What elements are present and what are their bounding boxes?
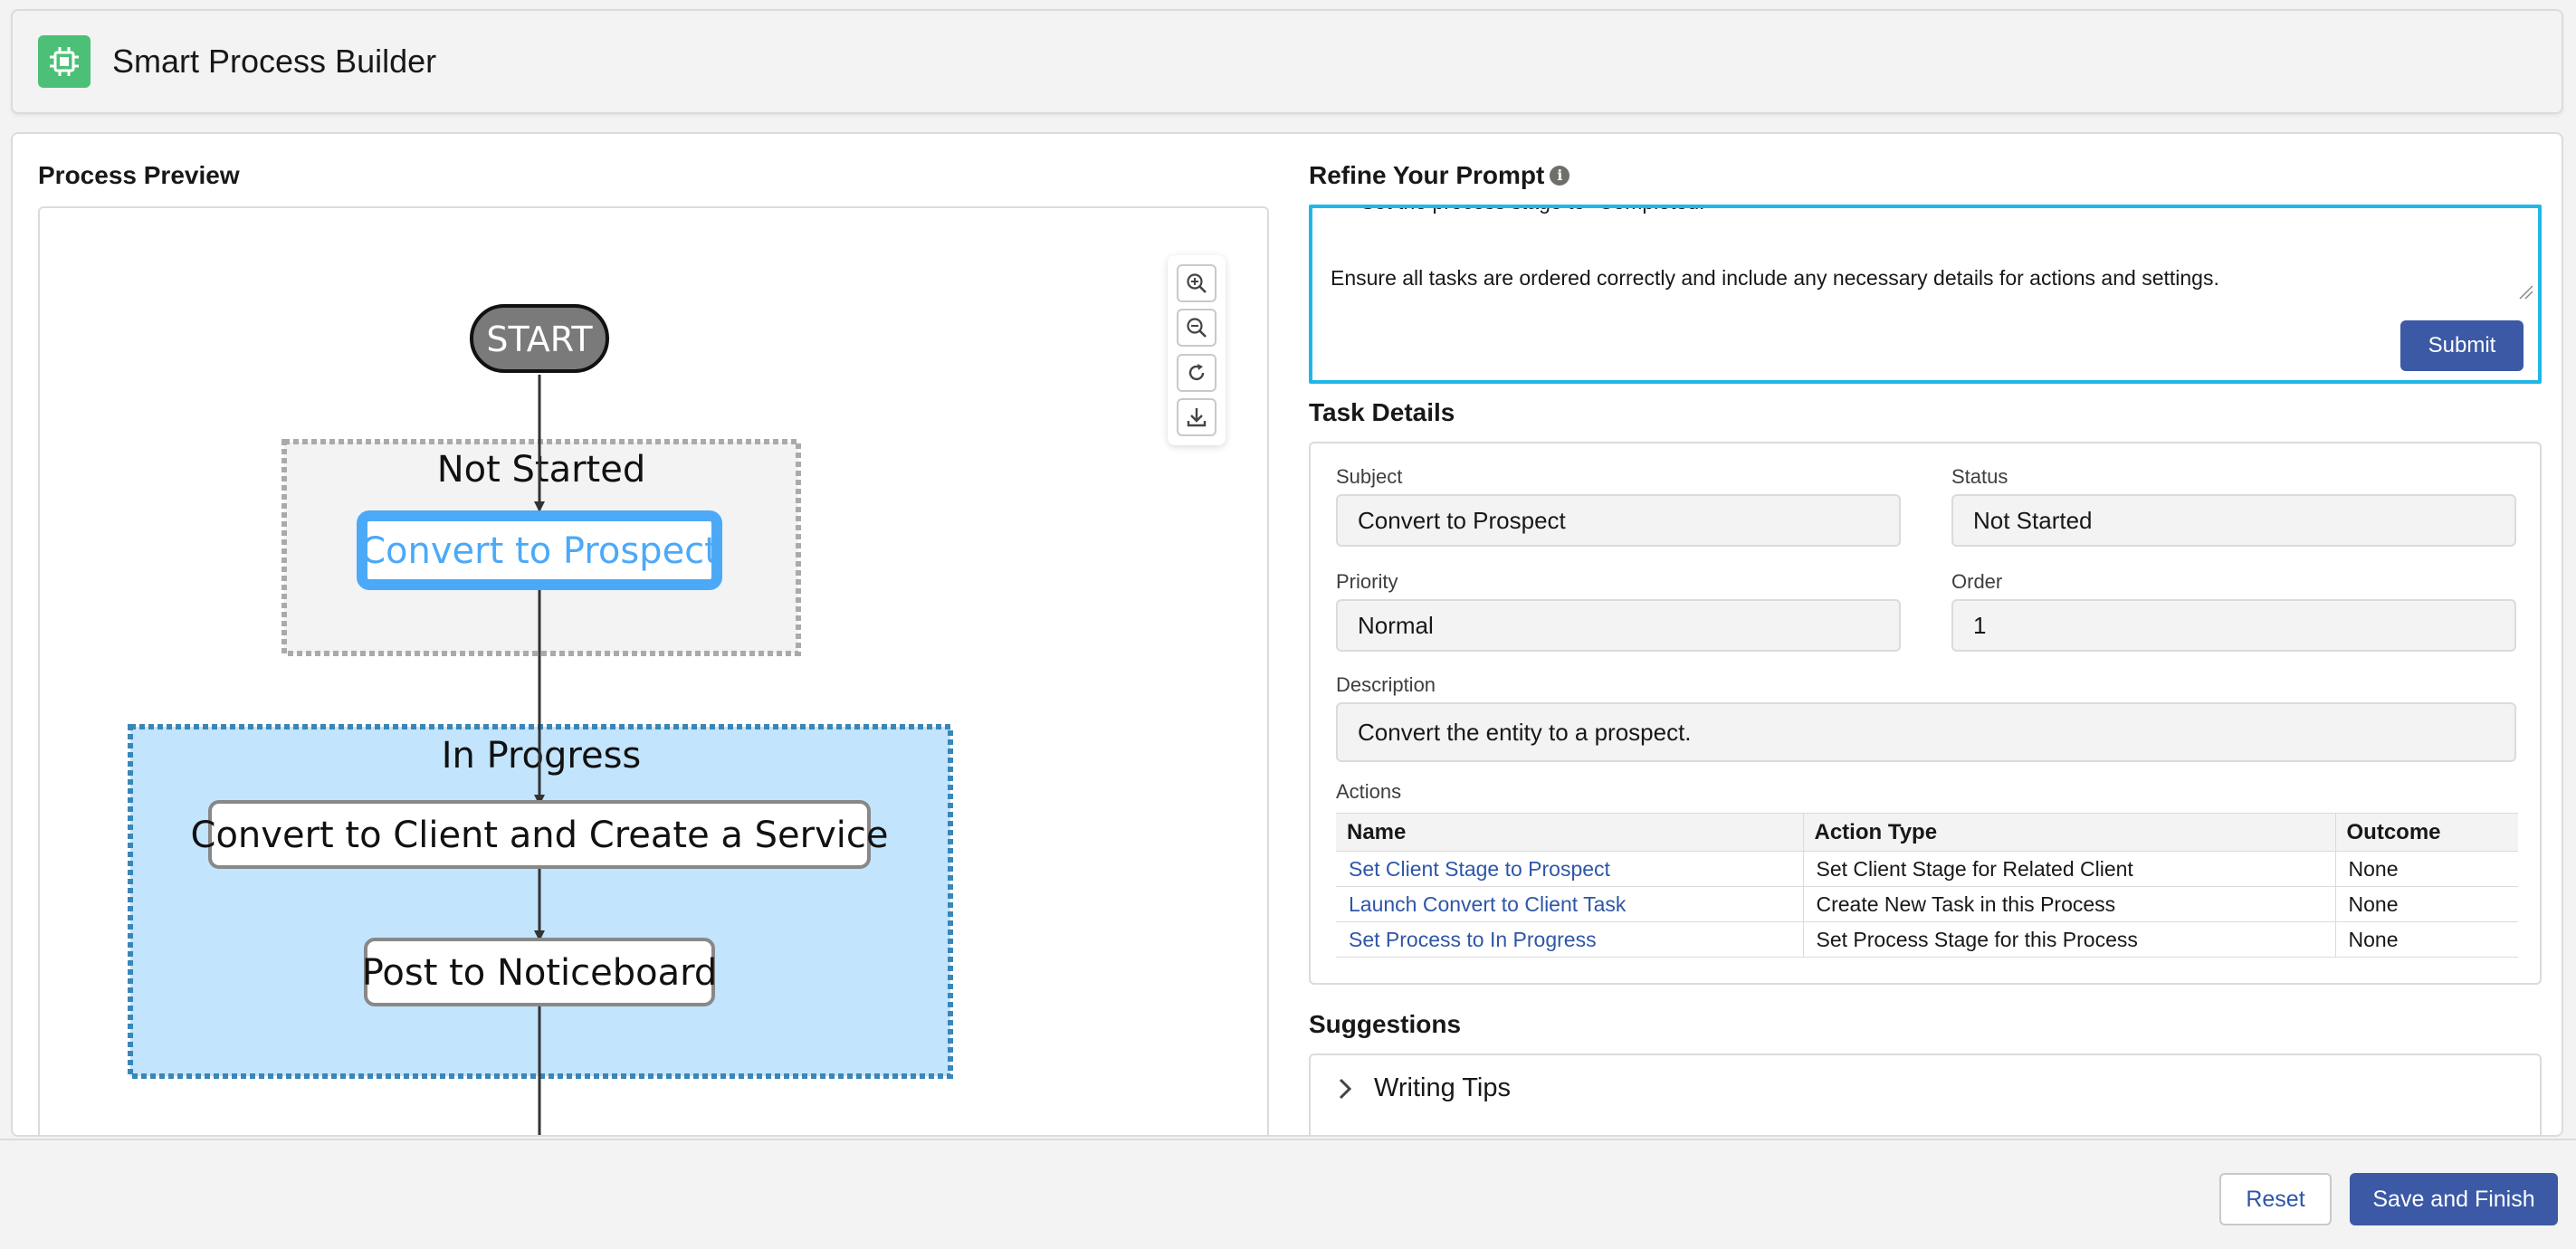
info-icon[interactable]: i: [1550, 166, 1570, 186]
subject-field[interactable]: Convert to Prospect: [1336, 494, 1901, 547]
table-cell: Set Client Stage to Prospect: [1336, 851, 1804, 887]
actions-label: Actions: [1336, 780, 1402, 803]
prompt-textarea[interactable]: - Set the process stage to "Completed." …: [1312, 208, 2538, 299]
app-header: Smart Process Builder: [11, 9, 2563, 114]
task-details-card: Subject Convert to Prospect Status Not S…: [1309, 442, 2542, 985]
action-link[interactable]: Launch Convert to Client Task: [1349, 892, 1626, 916]
table-cell: Create New Task in this Process: [1803, 886, 2336, 922]
zoom-in-icon[interactable]: [1177, 263, 1216, 302]
reset-button[interactable]: Reset: [2219, 1173, 2332, 1225]
prompt-text: - Set the process stage to "Completed." …: [1331, 208, 2219, 290]
description-field[interactable]: Convert the entity to a prospect.: [1336, 702, 2516, 762]
priority-field[interactable]: Normal: [1336, 599, 1901, 652]
suggestions-title: Suggestions: [1309, 1010, 1462, 1038]
status-field[interactable]: Not Started: [1951, 494, 2516, 547]
table-row: Set Client Stage to Prospect Set Client …: [1336, 851, 2518, 887]
process-preview-canvas[interactable]: Not Started In Progress START Convert to…: [38, 206, 1269, 1135]
table-cell: None: [2335, 851, 2518, 887]
chevron-right-icon: [1339, 1078, 1352, 1099]
start-node-label: START: [486, 319, 593, 359]
task-node-label: Convert to Client and Create a Service: [191, 815, 889, 856]
table-cell: Set Process to In Progress: [1336, 921, 1804, 958]
stage-label: Not Started: [437, 449, 646, 491]
table-cell: Launch Convert to Client Task: [1336, 886, 1804, 922]
order-field[interactable]: 1: [1951, 599, 2516, 652]
suggestions-card: Writing Tips: [1309, 1054, 2542, 1135]
column-header-action-type[interactable]: Action Type: [1803, 813, 2336, 852]
action-link[interactable]: Set Client Stage to Prospect: [1349, 857, 1610, 881]
refresh-icon[interactable]: [1177, 353, 1216, 392]
accordion-writing-tips[interactable]: Writing Tips: [1336, 1073, 1511, 1103]
task-node-label: Post to Noticeboard: [362, 952, 718, 994]
column-header-outcome[interactable]: Outcome: [2335, 813, 2518, 852]
table-header-row: Name Action Type Outcome: [1336, 813, 2518, 852]
accordion-label: Writing Tips: [1374, 1073, 1511, 1102]
table-row: Set Process to In Progress Set Process S…: [1336, 921, 2518, 958]
app-title: Smart Process Builder: [112, 43, 437, 80]
refine-prompt-header: Refine Your Prompt i: [1309, 161, 1570, 190]
download-icon[interactable]: [1177, 398, 1216, 437]
resize-handle-icon[interactable]: [2518, 284, 2534, 300]
table-row: Launch Convert to Client Task Create New…: [1336, 886, 2518, 922]
task-details-title: Task Details: [1309, 398, 1455, 426]
task-node-label: Convert to Prospect: [360, 530, 719, 572]
table-cell: None: [2335, 886, 2518, 922]
zoom-out-icon[interactable]: [1177, 309, 1216, 348]
order-label: Order: [1951, 570, 2003, 593]
submit-button[interactable]: Submit: [2400, 320, 2524, 371]
table-cell: Set Process Stage for this Process: [1803, 921, 2336, 958]
stage-label: In Progress: [442, 735, 642, 777]
zoom-toolbar: [1168, 255, 1226, 445]
action-link[interactable]: Set Process to In Progress: [1349, 928, 1597, 951]
footer-bar: Reset Save and Finish: [0, 1139, 2576, 1249]
process-preview-title: Process Preview: [38, 161, 240, 189]
priority-label: Priority: [1336, 570, 1398, 593]
table-cell: Set Client Stage for Related Client: [1803, 851, 2336, 887]
process-flow-diagram: Not Started In Progress START Convert to…: [128, 304, 953, 1135]
main-card: Process Preview Not Started In Progress …: [11, 132, 2563, 1137]
refine-prompt-title: Refine Your Prompt: [1309, 161, 1545, 189]
column-header-name[interactable]: Name: [1336, 813, 1804, 852]
status-label: Status: [1951, 465, 2008, 488]
table-cell: None: [2335, 921, 2518, 958]
chip-icon: [38, 35, 91, 88]
save-and-finish-button[interactable]: Save and Finish: [2350, 1173, 2558, 1225]
prompt-textarea-container: - Set the process stage to "Completed." …: [1309, 205, 2542, 384]
actions-table: Name Action Type Outcome Set Client Stag…: [1336, 813, 2518, 958]
description-label: Description: [1336, 673, 1436, 696]
subject-label: Subject: [1336, 465, 1403, 488]
